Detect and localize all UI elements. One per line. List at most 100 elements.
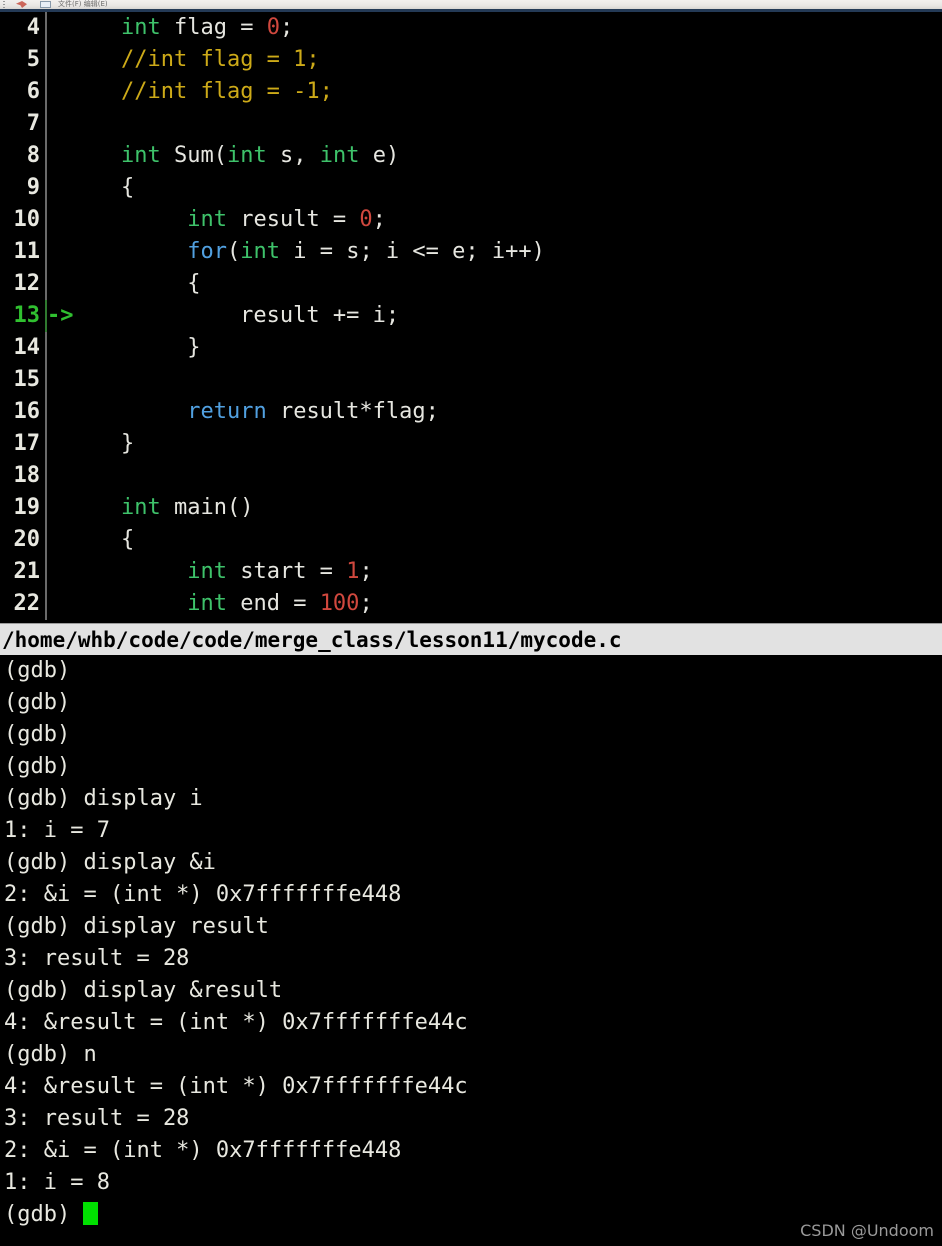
app-flag-icon bbox=[16, 1, 27, 8]
code-line[interactable]: 17 } bbox=[0, 428, 942, 460]
code-line[interactable]: 20 { bbox=[0, 524, 942, 556]
console-line: (gdb) display i bbox=[4, 786, 203, 811]
code-line[interactable]: 6 //int flag = -1; bbox=[0, 76, 942, 108]
code-line[interactable]: 7 bbox=[0, 108, 942, 140]
gutter-separator bbox=[45, 492, 47, 524]
code-token: result = bbox=[226, 207, 360, 232]
gutter-separator bbox=[45, 76, 47, 108]
console-line: (gdb) display &result bbox=[4, 978, 283, 1003]
line-number: 22 bbox=[13, 591, 41, 616]
code-token: ( bbox=[226, 239, 241, 264]
code-line[interactable]: 8 int Sum(int s, int e) bbox=[0, 140, 942, 172]
code-token: ; bbox=[359, 559, 373, 584]
code-line[interactable]: 16 return result*flag; bbox=[0, 396, 942, 428]
line-number: 14 bbox=[13, 335, 41, 360]
code-text: result += i; bbox=[68, 300, 399, 332]
code-line[interactable]: 5 //int flag = 1; bbox=[0, 44, 942, 76]
line-number: 13 bbox=[13, 303, 41, 328]
code-text: { bbox=[68, 524, 134, 556]
gutter-separator bbox=[45, 588, 47, 620]
code-token: //int flag = -1; bbox=[120, 79, 333, 104]
code-token: 0 bbox=[266, 15, 280, 40]
console-line: 1: i = 7 bbox=[4, 818, 110, 843]
console-line: (gdb) display &i bbox=[4, 850, 216, 875]
gutter-separator bbox=[45, 268, 47, 300]
gutter-separator bbox=[45, 236, 47, 268]
line-number: 8 bbox=[26, 143, 40, 168]
gutter-separator bbox=[45, 428, 47, 460]
gdb-console-pane[interactable]: (gdb) (gdb) (gdb) (gdb) (gdb) display i 1: i … bbox=[0, 655, 942, 1246]
gdb-tui-window: 文件(F) 编辑(E) 4 int flag = 0; 5 //int flag … bbox=[0, 0, 942, 1246]
code-text: int start = 1; bbox=[68, 556, 373, 588]
file-path-text: /home/whb/code/code/merge_class/lesson11… bbox=[2, 628, 622, 652]
file-path-statusbar: /home/whb/code/code/merge_class/lesson11… bbox=[0, 623, 942, 655]
code-token: } bbox=[68, 335, 201, 360]
window-chrome-strip: 文件(F) 编辑(E) bbox=[0, 0, 942, 9]
code-token: ; bbox=[279, 15, 294, 40]
line-number: 6 bbox=[26, 79, 40, 104]
code-text: { bbox=[68, 268, 200, 300]
code-text: int end = 100; bbox=[68, 588, 372, 620]
code-line[interactable]: 11 for(int i = s; i <= e; i++) bbox=[0, 236, 942, 268]
line-number: 15 bbox=[13, 367, 41, 392]
line-number: 21 bbox=[13, 559, 41, 584]
code-token: } bbox=[68, 431, 135, 456]
code-line[interactable]: 15 bbox=[0, 364, 942, 396]
code-token: return bbox=[187, 399, 267, 424]
text-cursor[interactable] bbox=[83, 1202, 99, 1225]
console-line: 4: &result = (int *) 0x7fffffffe44c bbox=[4, 1074, 468, 1099]
code-text: //int flag = -1; bbox=[68, 76, 333, 108]
gutter-separator bbox=[45, 204, 47, 236]
code-text: //int flag = 1; bbox=[68, 44, 320, 76]
code-token: { bbox=[68, 175, 135, 200]
source-code-pane[interactable]: 4 int flag = 0; 5 //int flag = 1; 6 //int … bbox=[0, 12, 942, 623]
code-line[interactable]: 19 int main() bbox=[0, 492, 942, 524]
code-token: { bbox=[68, 271, 201, 296]
drag-handle-dots-icon[interactable] bbox=[3, 1, 5, 8]
code-line[interactable]: 13 -> result += i; bbox=[0, 300, 942, 332]
console-line: 1: i = 8 bbox=[4, 1170, 110, 1195]
code-line[interactable]: 21 int start = 1; bbox=[0, 556, 942, 588]
line-number: 10 bbox=[13, 207, 41, 232]
console-line: (gdb) bbox=[4, 754, 71, 779]
code-text: int flag = 0; bbox=[68, 12, 293, 44]
code-token: result += i; bbox=[68, 303, 400, 328]
gdb-prompt-label: (gdb) bbox=[4, 1202, 84, 1227]
code-text: return result*flag; bbox=[68, 396, 439, 428]
console-line: 2: &i = (int *) 0x7fffffffe448 bbox=[4, 1138, 402, 1163]
code-token: for bbox=[187, 239, 227, 264]
code-token: e) bbox=[359, 143, 400, 168]
code-text: int Sum(int s, int e) bbox=[68, 140, 399, 172]
code-token: i = s; i <= e; i++) bbox=[279, 239, 545, 264]
code-text: { bbox=[68, 172, 134, 204]
code-line[interactable]: 18 bbox=[0, 460, 942, 492]
code-token: end = bbox=[226, 591, 320, 616]
gutter-separator bbox=[45, 108, 47, 140]
code-token: s, bbox=[266, 143, 320, 168]
line-number: 16 bbox=[13, 399, 41, 424]
code-token: 100 bbox=[319, 591, 360, 616]
code-line[interactable]: 4 int flag = 0; bbox=[0, 12, 942, 44]
csdn-watermark: CSDN @Undoom bbox=[800, 1221, 934, 1240]
line-number: 18 bbox=[13, 463, 41, 488]
gutter-separator bbox=[45, 332, 47, 364]
code-token: Sum( bbox=[160, 143, 227, 168]
code-line[interactable]: 10 int result = 0; bbox=[0, 204, 942, 236]
console-line: 3: result = 28 bbox=[4, 1106, 190, 1131]
code-token: int bbox=[187, 591, 227, 616]
code-line[interactable]: 9 { bbox=[0, 172, 942, 204]
code-line[interactable]: 22 int end = 100; bbox=[0, 588, 942, 620]
gutter-separator bbox=[45, 460, 47, 492]
code-token: int bbox=[226, 143, 267, 168]
code-line[interactable]: 14 } bbox=[0, 332, 942, 364]
code-text: int result = 0; bbox=[68, 204, 386, 236]
code-line[interactable]: 12 { bbox=[0, 268, 942, 300]
code-token: int bbox=[120, 15, 161, 40]
line-number: 7 bbox=[26, 111, 40, 136]
